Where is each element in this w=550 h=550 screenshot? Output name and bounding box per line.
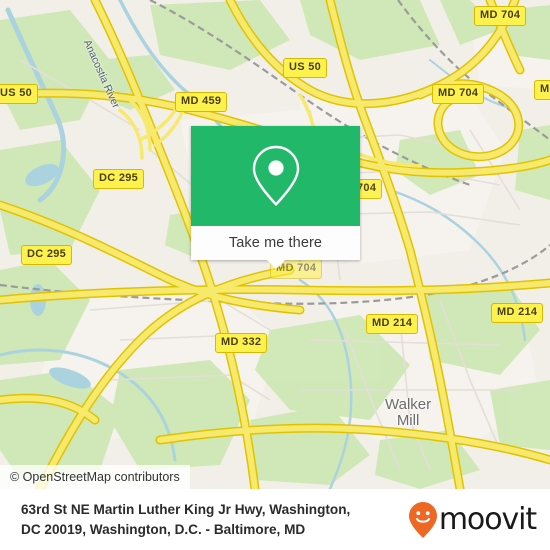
road-shield: MD 214 (491, 303, 544, 323)
road-shield: MD 704 (534, 80, 550, 100)
take-me-there-label: Take me there (228, 235, 323, 251)
road-shield: DC 295 (21, 245, 73, 265)
road-shield: US 50 (283, 58, 328, 78)
take-me-there-button[interactable]: Take me there (191, 226, 360, 269)
destination-card[interactable]: Take me there (191, 126, 360, 269)
moovit-map-screenshot: MD 704 US 50 US 50 MD 459 MD 704 MD 704 … (0, 0, 550, 550)
road-shield: US 50 (0, 84, 39, 104)
moovit-pin-icon (408, 501, 437, 538)
address-text: 63rd St NE Martin Luther King Jr Hwy, Wa… (21, 500, 401, 539)
attribution-text: © OpenStreetMap contributors (10, 470, 180, 484)
address-line-2: DC 20019, Washington, D.C. - Baltimore, … (21, 521, 306, 537)
moovit-logo[interactable]: moovit (408, 501, 537, 539)
footer-bar: 63rd St NE Martin Luther King Jr Hwy, Wa… (0, 489, 550, 550)
road-shield: MD 332 (215, 333, 268, 353)
road-shield: DC 295 (93, 169, 145, 189)
address-line-1: 63rd St NE Martin Luther King Jr Hwy, Wa… (21, 502, 351, 518)
road-shield: MD 459 (175, 92, 228, 112)
card-pointer-tail (266, 260, 285, 269)
moovit-wordmark: moovit (438, 501, 537, 537)
map-pin-icon (252, 145, 299, 206)
map-canvas[interactable]: MD 704 US 50 US 50 MD 459 MD 704 MD 704 … (0, 0, 550, 489)
road-shield: MD 214 (366, 314, 419, 334)
map-attribution[interactable]: © OpenStreetMap contributors (0, 465, 190, 489)
road-shield: MD 704 (474, 6, 527, 26)
road-shield: MD 704 (432, 84, 485, 104)
place-label-walker-mill: Walker Mill (385, 396, 432, 429)
card-pin-area (191, 126, 360, 226)
